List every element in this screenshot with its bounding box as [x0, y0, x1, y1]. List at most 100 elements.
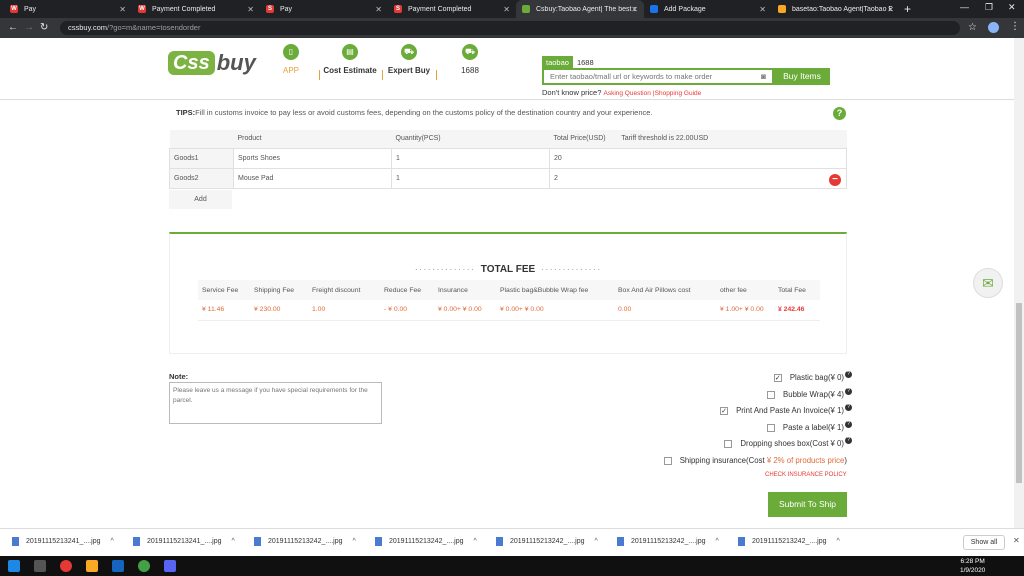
checkbox[interactable] — [766, 423, 775, 432]
nav-1688[interactable]: ⛟ 1688 — [456, 44, 484, 75]
checkbox[interactable] — [724, 439, 733, 448]
question-icon[interactable]: ? — [845, 388, 852, 395]
checkbox-checked[interactable]: ✓ — [720, 406, 729, 415]
task-view-icon[interactable] — [34, 560, 46, 572]
submit-to-ship-button[interactable]: Submit To Ship — [768, 492, 847, 517]
add-goods-button[interactable]: Add — [169, 190, 232, 209]
browser-tab-active[interactable]: Csbuy:Taobao Agent| The best c ✕ — [516, 0, 644, 18]
checkbox-checked[interactable]: ✓ — [773, 373, 782, 382]
asking-question-link[interactable]: Asking Question — [603, 90, 650, 97]
option-label: Shipping insurance(Cost — [679, 456, 765, 465]
question-icon[interactable]: ? — [845, 404, 852, 411]
question-icon[interactable]: ? — [845, 437, 852, 444]
option-bubble-wrap[interactable]: Bubble Wrap(¥ 4)? — [767, 388, 852, 399]
product-cell[interactable]: Sports Shoes — [233, 147, 392, 169]
chevron-up-icon[interactable]: ^ — [836, 538, 839, 545]
browser-tab[interactable]: S Payment Completed ✕ — [388, 0, 516, 18]
nav-expert-buy[interactable]: ⛟ Expert Buy — [386, 44, 432, 75]
insurance-policy-link[interactable]: CHECK INSURANCE POLICY — [765, 472, 847, 478]
chrome-icon[interactable] — [60, 560, 72, 572]
file-explorer-icon[interactable] — [86, 560, 98, 572]
close-icon[interactable]: ✕ — [503, 5, 510, 14]
nav-app[interactable]: ▯ APP — [280, 44, 302, 75]
browser-tab[interactable]: basetao:Taobao Agent|Taobao E ✕ — [772, 0, 900, 18]
option-label-paste[interactable]: Paste a label(¥ 1)? — [766, 421, 852, 432]
shopping-guide-link[interactable]: Shopping Guide — [655, 90, 702, 97]
close-icon[interactable]: ✕ — [759, 5, 766, 14]
note-textarea[interactable] — [169, 382, 382, 424]
checkbox[interactable] — [663, 456, 672, 465]
browser-tab[interactable]: Add Package ✕ — [644, 0, 772, 18]
option-plastic-bag[interactable]: ✓ Plastic bag(¥ 0)? — [773, 371, 852, 382]
question-icon[interactable]: ? — [845, 371, 852, 378]
menu-kebab-icon[interactable]: ⋮ — [1010, 21, 1020, 32]
help-icon[interactable]: ? — [833, 107, 846, 120]
close-icon[interactable]: ✕ — [247, 5, 254, 14]
close-icon[interactable]: ✕ — [119, 5, 126, 14]
url-input[interactable]: cssbuy.com/?go=m&name=tosendorder — [60, 21, 960, 35]
chevron-up-icon[interactable]: ^ — [473, 538, 476, 545]
cart-icon: ⛟ — [462, 44, 478, 60]
discord-icon[interactable] — [164, 560, 176, 572]
total-fee-value: ¥ 242.46 — [774, 300, 820, 321]
buy-items-button[interactable]: Buy Items — [774, 68, 830, 85]
chevron-up-icon[interactable]: ^ — [231, 538, 234, 545]
chevron-up-icon[interactable]: ^ — [715, 538, 718, 545]
close-icon[interactable]: ✕ — [375, 5, 382, 14]
reload-icon[interactable]: ↻ — [40, 22, 48, 33]
system-clock[interactable]: 6:28 PM 1/9/2020 — [960, 557, 985, 575]
price-cell[interactable]: 2 — [549, 167, 847, 189]
forward-icon[interactable]: → — [24, 22, 34, 33]
chevron-up-icon[interactable]: ^ — [352, 538, 355, 545]
price-cell[interactable]: 20 — [549, 147, 847, 169]
download-item[interactable]: 20191115213242_....jpg ^ — [617, 537, 719, 546]
search-input[interactable] — [544, 70, 744, 83]
download-item[interactable]: 20191115213242_....jpg ^ — [496, 537, 598, 546]
download-item[interactable]: 20191115213241_....jpg ^ — [12, 537, 114, 546]
other-fee-value: ¥ 1.00+ ¥ 0.00 — [716, 300, 774, 321]
tab-title: Payment Completed — [152, 5, 216, 13]
camera-icon[interactable]: ◙ — [761, 72, 766, 81]
delete-row-button[interactable]: − — [829, 174, 841, 186]
question-icon[interactable]: ? — [845, 421, 852, 428]
checkbox[interactable] — [767, 390, 776, 399]
product-cell[interactable]: Mouse Pad — [233, 167, 392, 189]
steam-icon[interactable] — [112, 560, 124, 572]
chrome-app-icon[interactable] — [138, 560, 150, 572]
option-shoes-box[interactable]: Dropping shoes box(Cost ¥ 0)? — [724, 437, 852, 448]
scroll-thumb[interactable] — [1016, 303, 1022, 483]
browser-tab[interactable]: W Pay ✕ — [4, 0, 132, 18]
quantity-cell[interactable]: 1 — [391, 147, 550, 169]
download-item[interactable]: 20191115213241_....jpg ^ — [133, 537, 235, 546]
column-header: Total Fee — [774, 280, 820, 300]
close-window-icon[interactable]: ✕ — [1008, 2, 1016, 13]
option-insurance[interactable]: Shipping insurance(Cost ¥ 2% of products… — [663, 456, 847, 465]
new-tab-icon[interactable]: + — [904, 2, 911, 16]
show-all-button[interactable]: Show all — [963, 535, 1005, 550]
download-item[interactable]: 20191115213242_....jpg ^ — [254, 537, 356, 546]
windows-start-icon[interactable] — [8, 560, 20, 572]
close-icon[interactable]: ✕ — [631, 5, 638, 14]
chevron-up-icon[interactable]: ^ — [110, 538, 113, 545]
cssbuy-logo[interactable]: Css buy — [168, 50, 256, 76]
column-header: Plastic bag&Bubble Wrap fee — [496, 280, 614, 300]
close-icon[interactable]: ✕ — [887, 5, 894, 14]
bookmark-star-icon[interactable]: ☆ — [968, 22, 977, 33]
profile-avatar[interactable] — [988, 22, 999, 33]
mail-icon[interactable]: ✉ — [973, 268, 1003, 298]
browser-tab[interactable]: S Pay ✕ — [260, 0, 388, 18]
back-icon[interactable]: ← — [8, 22, 18, 33]
close-icon[interactable]: ✕ — [1013, 536, 1020, 545]
chevron-up-icon[interactable]: ^ — [594, 538, 597, 545]
download-item[interactable]: 20191115213242_....jpg ^ — [738, 537, 840, 546]
download-item[interactable]: 20191115213242_....jpg ^ — [375, 537, 477, 546]
browser-tab[interactable]: W Payment Completed ✕ — [132, 0, 260, 18]
minimize-icon[interactable]: — — [960, 2, 969, 12]
logo-css: Css — [168, 51, 215, 75]
file-icon — [254, 537, 261, 546]
restore-icon[interactable]: ❐ — [985, 2, 993, 13]
quantity-cell[interactable]: 1 — [391, 167, 550, 189]
page-scrollbar[interactable] — [1014, 38, 1024, 528]
nav-cost-estimate[interactable]: ▤ Cost Estimate — [322, 44, 378, 75]
option-invoice[interactable]: ✓ Print And Paste An Invoice(¥ 1)? — [720, 404, 852, 415]
